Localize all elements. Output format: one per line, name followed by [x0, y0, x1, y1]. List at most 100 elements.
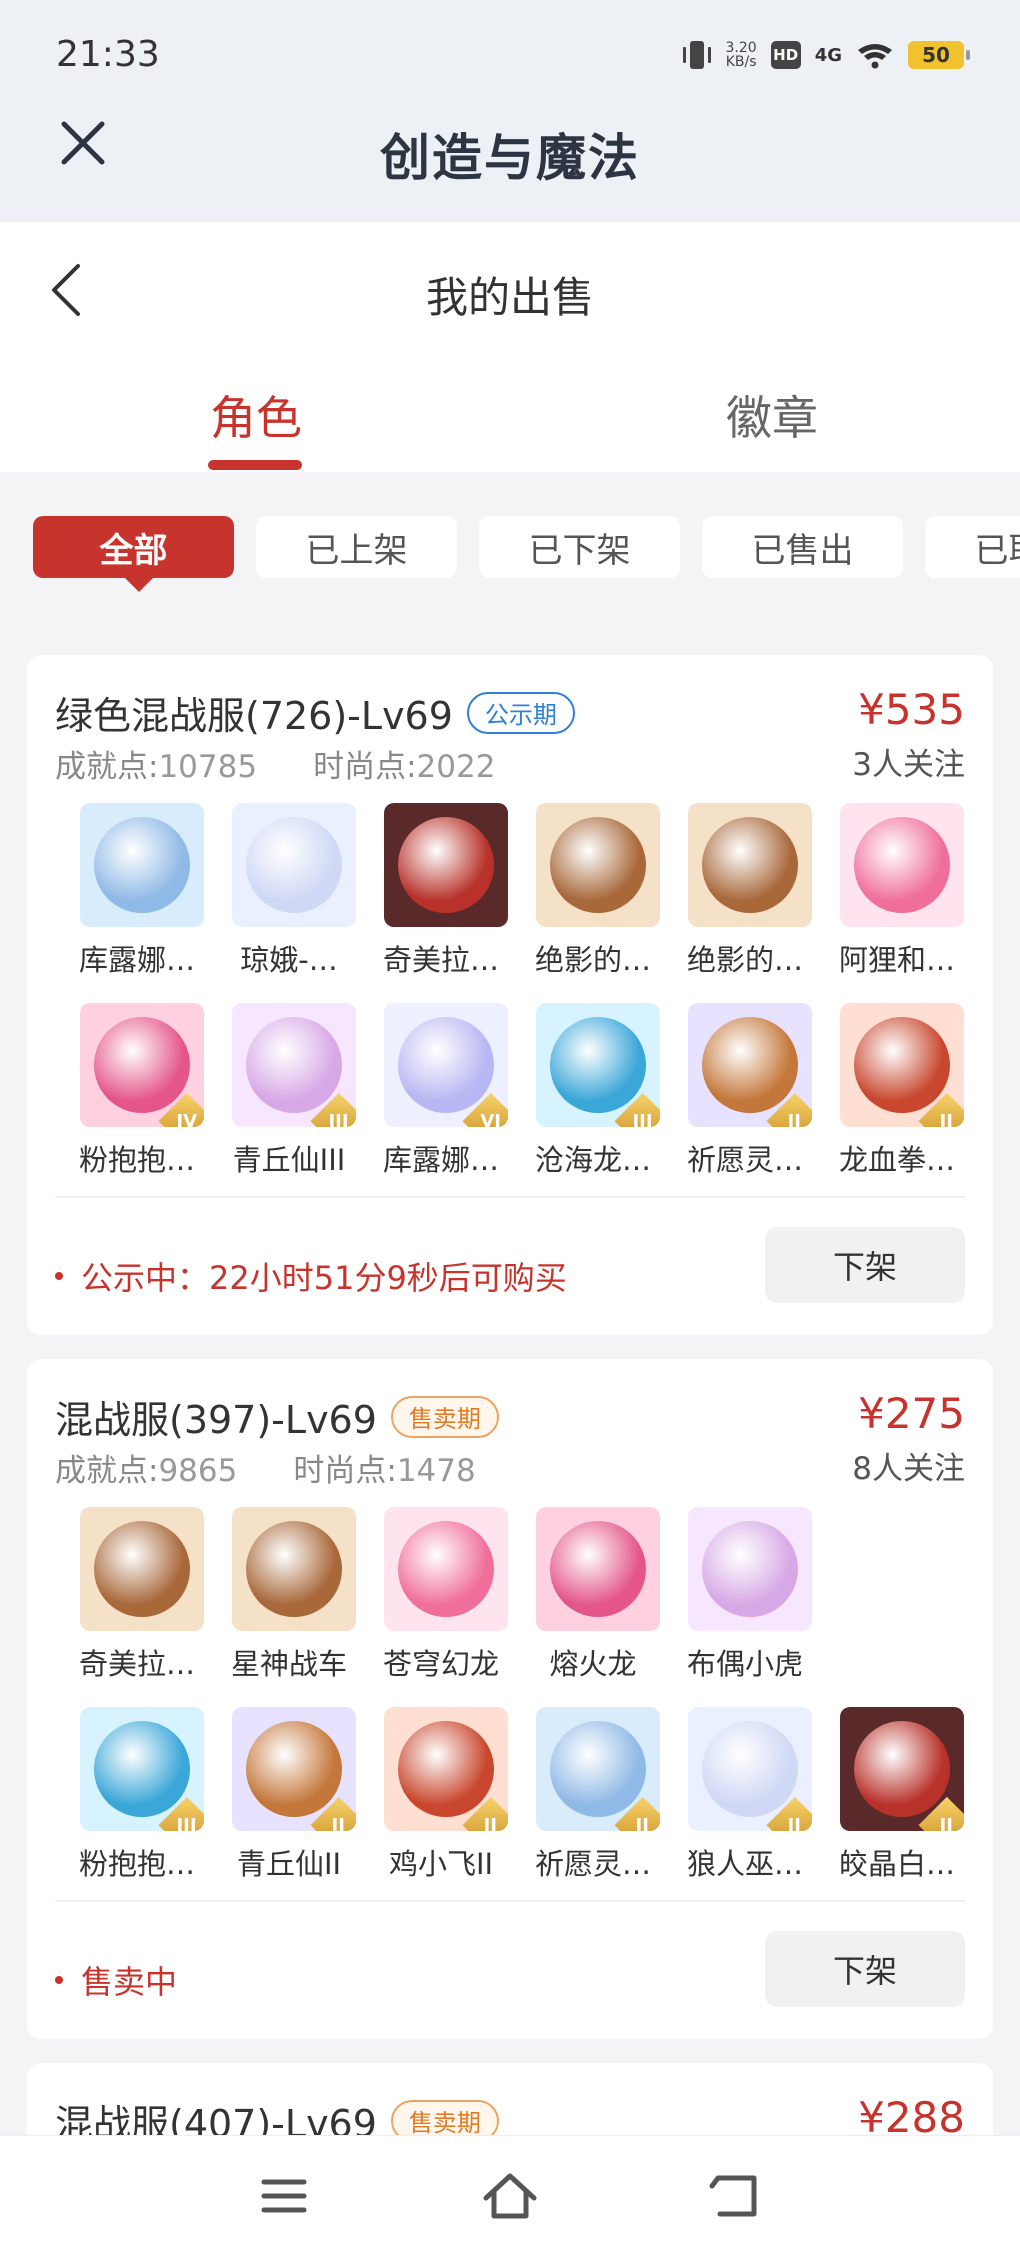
listing-status-tag: 售卖期 [390, 1395, 499, 1438]
inventory-item[interactable]: 库露娜… [55, 803, 207, 977]
inventory-item[interactable]: 琼娥-… [207, 803, 359, 977]
inventory-item [815, 1507, 967, 1677]
inventory-item[interactable]: III 粉抱抱… [55, 1707, 207, 1881]
filter-all[interactable]: 全部 [33, 516, 234, 592]
item-thumbnail: II [840, 1003, 964, 1127]
item-name: 青丘仙II [236, 1847, 342, 1881]
item-name: 龙血拳… [838, 1143, 955, 1177]
inventory-item[interactable]: II 祈愿灵… [663, 1003, 815, 1177]
item-name: 琼娥-… [240, 943, 338, 977]
listing-watchers: 8人关注 [852, 1451, 965, 1487]
card-divider [55, 1900, 965, 1902]
item-avatar-icon [398, 1521, 494, 1617]
item-name: 祈愿灵… [686, 1143, 803, 1177]
inventory-item[interactable]: II 狼人巫… [663, 1707, 815, 1881]
item-name: 粉抱抱… [78, 1143, 195, 1177]
network-speed: 3.20 KB/s [726, 41, 757, 69]
item-name: 绝影的… [534, 943, 651, 977]
inventory-item[interactable]: 绝影的… [663, 803, 815, 977]
inventory-item[interactable]: II 青丘仙II [207, 1707, 359, 1881]
item-name: 熔火龙 [549, 1647, 637, 1681]
item-avatar-icon [94, 1017, 190, 1113]
app-header: 21:33 3.20 KB/s HD 4G 50 创造与魔法 [0, 0, 1020, 222]
fashion-value: 2022 [416, 749, 496, 785]
card-divider [55, 1196, 965, 1198]
listing-status-text: 售卖中 [81, 1963, 178, 2001]
filter-cancelled[interactable]: 已取消 [925, 516, 1020, 578]
tab-role[interactable]: 角色 [210, 382, 302, 448]
inventory-item[interactable]: 绝影的… [511, 803, 663, 977]
fashion-label: 时尚点: [293, 1453, 397, 1489]
battery-icon: 50 [908, 41, 970, 69]
item-thumbnail [536, 1507, 660, 1631]
menu-icon[interactable] [254, 2166, 314, 2226]
item-avatar-icon [398, 817, 494, 913]
listing-price: ¥275 [858, 1389, 965, 1438]
delist-button[interactable]: 下架 [765, 1227, 965, 1303]
page-title: 我的出售 [425, 273, 594, 322]
home-icon[interactable] [480, 2166, 540, 2226]
filter-listed[interactable]: 已上架 [256, 516, 457, 578]
item-thumbnail [80, 803, 204, 927]
listing-card[interactable]: 混战服(397)-Lv69 售卖期 ¥275 8人关注 成就点:9865 时尚点:… [27, 1359, 993, 2039]
item-thumbnail [840, 803, 964, 927]
item-avatar-icon [94, 817, 190, 913]
item-name: 奇美拉… [382, 943, 499, 977]
filter-sold[interactable]: 已售出 [702, 516, 903, 578]
listing-card[interactable]: 绿色混战服(726)-Lv69 公示期 ¥535 3人关注 成就点:10785 时… [27, 655, 993, 1335]
filter-bar: 全部 已上架 已下架 已售出 已取消 [33, 516, 1020, 596]
status-icons: 3.20 KB/s HD 4G 50 [682, 38, 970, 72]
inventory-item[interactable]: 星神战车 [207, 1507, 359, 1681]
item-thumbnail [536, 803, 660, 927]
inventory-item[interactable]: 布偶小虎 [663, 1507, 815, 1681]
item-grid: 库露娜… 琼娥-… 奇美拉… 绝影的… 绝影的… 阿狸和… IV 粉抱抱… III 青丘仙III V… [55, 803, 985, 1177]
inventory-item[interactable]: 奇美拉… [359, 803, 511, 977]
inventory-item[interactable]: 苍穹幻龙 [359, 1507, 511, 1681]
item-thumbnail: II [840, 1707, 964, 1831]
inventory-item[interactable]: IV 粉抱抱… [55, 1003, 207, 1177]
inventory-item[interactable]: III 青丘仙III [207, 1003, 359, 1177]
item-avatar-icon [702, 817, 798, 913]
item-avatar-icon [550, 1721, 646, 1817]
item-name: 星神战车 [230, 1647, 347, 1681]
item-name: 苍穹幻龙 [382, 1647, 499, 1681]
item-name: 奇美拉… [78, 1647, 195, 1681]
item-avatar-icon [550, 1521, 646, 1617]
inventory-item[interactable]: 奇美拉… [55, 1507, 207, 1681]
inventory-item[interactable]: III 沧海龙… [511, 1003, 663, 1177]
delist-button[interactable]: 下架 [765, 1931, 965, 2007]
item-thumbnail [80, 1507, 204, 1631]
listing-price: ¥535 [858, 685, 965, 734]
inventory-item[interactable]: II 祈愿灵… [511, 1707, 663, 1881]
listing-title-text: 混战服(397)-Lv69 [55, 1398, 377, 1442]
listing-stats: 成就点:10785 时尚点:2022 [55, 741, 495, 786]
inventory-item[interactable]: II 龙血拳… [815, 1003, 967, 1177]
listing-stats: 成就点:9865 时尚点:1478 [55, 1445, 476, 1490]
inventory-item[interactable]: 熔火龙 [511, 1507, 663, 1681]
back-icon[interactable] [706, 2166, 766, 2226]
listing-title: 混战服(397)-Lv69 售卖期 [55, 1389, 499, 1444]
item-avatar-icon [246, 1721, 342, 1817]
item-thumbnail: IV [80, 1003, 204, 1127]
item-thumbnail: VI [384, 1003, 508, 1127]
filter-delisted[interactable]: 已下架 [479, 516, 680, 578]
item-thumbnail: II [232, 1707, 356, 1831]
item-thumbnail [688, 803, 812, 927]
inventory-item[interactable]: II 皎晶白… [815, 1707, 967, 1881]
item-thumbnail: III [536, 1003, 660, 1127]
item-name: 青丘仙III [232, 1143, 346, 1177]
item-name: 祈愿灵… [534, 1847, 651, 1881]
network-speed-value: 3.20 [725, 40, 757, 56]
item-name: 布偶小虎 [686, 1647, 803, 1681]
achievement-value: 9865 [158, 1453, 238, 1489]
status-dot [55, 1976, 63, 1984]
inventory-item[interactable]: II 鸡小飞II [359, 1707, 511, 1881]
item-name: 库露娜… [78, 943, 195, 977]
tab-badge[interactable]: 徽章 [726, 382, 818, 448]
inventory-item[interactable]: 阿狸和… [815, 803, 967, 977]
item-thumbnail [232, 803, 356, 927]
item-avatar-icon [246, 1017, 342, 1113]
item-name: 绝影的… [686, 943, 803, 977]
inventory-item[interactable]: VI 库露娜… [359, 1003, 511, 1177]
listing-status: 公示中：22小时51分9秒后可购买 [55, 1253, 567, 1299]
